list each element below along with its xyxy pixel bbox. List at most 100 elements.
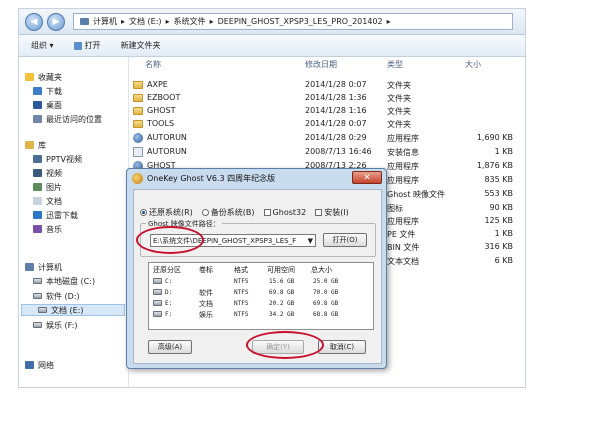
sidebar-label: 文档 (E:) [51, 305, 84, 315]
list-item[interactable]: AXPE 2014/1/28 0:07 文件夹 [129, 79, 525, 91]
list-item[interactable]: EZBOOT 2014/1/28 1:36 文件夹 [129, 92, 525, 104]
radio-icon [201, 208, 209, 216]
sidebar-item-drive-f[interactable]: 娱乐 (F:) [33, 319, 77, 331]
video-icon [33, 169, 42, 177]
column-date[interactable]: 修改日期 [305, 59, 337, 70]
sidebar-item-downloads[interactable]: 下载 [33, 85, 62, 97]
partition-total: 25.0 GB [313, 278, 339, 285]
sidebar-favorites[interactable]: 收藏夹 [25, 71, 62, 83]
restore-radio[interactable]: 还原系统(R) [140, 207, 193, 218]
back-button[interactable]: ◀ [25, 13, 43, 31]
file-type: 应用程序 [387, 134, 419, 143]
sidebar-item-pictures[interactable]: 图片 [33, 181, 62, 193]
partition-format: NTFS [234, 278, 249, 285]
sidebar-label: PPTV视频 [46, 154, 83, 164]
file-type: 安装信息 [387, 148, 419, 157]
sidebar-library[interactable]: 库 [25, 139, 46, 151]
sidebar-label: 音乐 [46, 224, 62, 234]
breadcrumb-sep: ▸ [121, 17, 126, 26]
list-item[interactable]: GHOST 2014/1/28 1:16 文件夹 [129, 105, 525, 117]
sidebar-item-drive-c[interactable]: 本地磁盘 (C:) [33, 275, 95, 287]
sidebar-item-videos[interactable]: 视频 [33, 167, 62, 179]
library-icon [25, 141, 34, 149]
sidebar-item-music[interactable]: 音乐 [33, 223, 62, 235]
partition-drive: C: [165, 278, 173, 285]
app-icon [133, 133, 143, 143]
partition-row[interactable]: E: 文档 NTFS 20.2 GB 69.8 GB [149, 299, 375, 309]
breadcrumb-system-files[interactable]: 系统文件 [174, 16, 206, 27]
column-type[interactable]: 类型 [387, 59, 403, 70]
sidebar-label: 收藏夹 [38, 72, 62, 82]
network-icon [25, 361, 34, 369]
file-size: 1,690 KB [476, 133, 513, 142]
partition-free: 20.2 GB [269, 300, 295, 307]
backup-radio[interactable]: 备份系统(B) [201, 207, 255, 218]
navigation-pane: 收藏夹 下载 桌面 最近访问的位置 库 PPTV视频 视频 图片 文档 迅雷下载… [19, 57, 129, 387]
mode-options: 还原系统(R) 备份系统(B) Ghost32 安装(I) [140, 206, 376, 218]
header-free-space: 可用空间 [267, 266, 295, 274]
info-file-icon [133, 147, 143, 157]
sidebar-network[interactable]: 网络 [25, 359, 54, 371]
list-item[interactable]: TOOLS 2014/1/28 0:07 文件夹 [129, 118, 525, 130]
list-item[interactable]: AUTORUN 2014/1/28 0:29 应用程序 1,690 KB [129, 132, 525, 144]
file-date: 2014/1/28 1:36 [305, 93, 367, 102]
checkbox-icon [263, 208, 271, 216]
file-size: 316 KB [484, 242, 513, 251]
sidebar-item-pptv[interactable]: PPTV视频 [33, 153, 82, 165]
partition-free: 34.2 GB [269, 311, 295, 318]
sidebar-item-thunder[interactable]: 迅雷下载 [33, 209, 78, 221]
partition-row[interactable]: C: NTFS 15.6 GB 25.0 GB [149, 277, 375, 287]
file-name: AUTORUN [147, 133, 187, 142]
dialog-title: OneKey Ghost V6.3 四周年纪念版 [147, 173, 276, 183]
partition-total: 70.0 GB [313, 289, 339, 296]
advanced-button[interactable]: 高级(A) [148, 340, 192, 354]
list-item[interactable]: AUTORUN 2008/7/13 16:46 安装信息 1 KB [129, 146, 525, 158]
file-type: PE 文件 [387, 230, 416, 239]
column-size[interactable]: 大小 [465, 59, 481, 70]
sidebar-item-desktop[interactable]: 桌面 [33, 99, 62, 111]
breadcrumb-drive-e[interactable]: 文档 (E:) [129, 16, 162, 27]
file-type: 图标 [387, 204, 403, 213]
file-date: 2014/1/28 0:07 [305, 119, 367, 128]
file-name: TOOLS [147, 119, 175, 128]
sidebar-label: 计算机 [38, 262, 62, 272]
forward-arrow-icon: ▶ [52, 17, 60, 27]
breadcrumb[interactable]: 计算机 ▸ 文档 (E:) ▸ 系统文件 ▸ DEEPIN_GHOST_XPSP… [73, 13, 513, 30]
image-path-select[interactable]: E:\系统文件\DEEPIN_GHOST_XPSP3_LES_F ▼ [150, 234, 316, 247]
sidebar-label: 桌面 [46, 100, 62, 110]
partition-drive: D: [165, 289, 173, 296]
breadcrumb-deepin-folder[interactable]: DEEPIN_GHOST_XPSP3_LES_PRO_201402 [218, 17, 383, 26]
partition-free: 15.6 GB [269, 278, 295, 285]
desktop-icon [33, 101, 42, 109]
partition-label: 软件 [199, 289, 213, 297]
picture-icon [33, 183, 42, 191]
sidebar-label: 最近访问的位置 [46, 114, 102, 124]
partition-row[interactable]: F: 娱乐 NTFS 34.2 GB 68.8 GB [149, 310, 375, 320]
install-checkbox[interactable]: 安装(I) [315, 207, 349, 218]
ghost32-checkbox[interactable]: Ghost32 [263, 208, 306, 217]
new-folder-button[interactable]: 新建文件夹 [121, 40, 161, 51]
partition-drive: F: [165, 311, 173, 318]
cancel-button[interactable]: 取消(C) [318, 340, 366, 354]
sidebar-computer[interactable]: 计算机 [25, 261, 62, 273]
partition-row[interactable]: D: 软件 NTFS 69.8 GB 70.0 GB [149, 288, 375, 298]
open-image-button[interactable]: 打开(O) [323, 233, 367, 247]
sidebar-item-drive-d[interactable]: 软件 (D:) [33, 290, 80, 302]
organize-button[interactable]: 组织 ▾ [31, 40, 54, 51]
sidebar-item-documents[interactable]: 文档 [33, 195, 62, 207]
recent-places-icon [33, 115, 42, 123]
sidebar-item-recent[interactable]: 最近访问的位置 [33, 113, 102, 125]
file-name: AUTORUN [147, 147, 187, 156]
forward-button[interactable]: ▶ [47, 13, 65, 31]
breadcrumb-computer[interactable]: 计算机 [93, 16, 117, 27]
partition-label: 娱乐 [199, 311, 213, 319]
drive-icon [33, 293, 42, 299]
drive-icon [153, 311, 162, 317]
close-button[interactable]: ✕ [352, 171, 382, 184]
column-name[interactable]: 名称 [145, 59, 161, 70]
sidebar-item-drive-e[interactable]: 文档 (E:) [21, 304, 125, 316]
open-button[interactable]: 打开 [73, 40, 101, 51]
file-date: 2014/1/28 0:29 [305, 133, 367, 142]
ok-button[interactable]: 确定(Y) [252, 340, 304, 354]
back-arrow-icon: ◀ [30, 17, 38, 27]
